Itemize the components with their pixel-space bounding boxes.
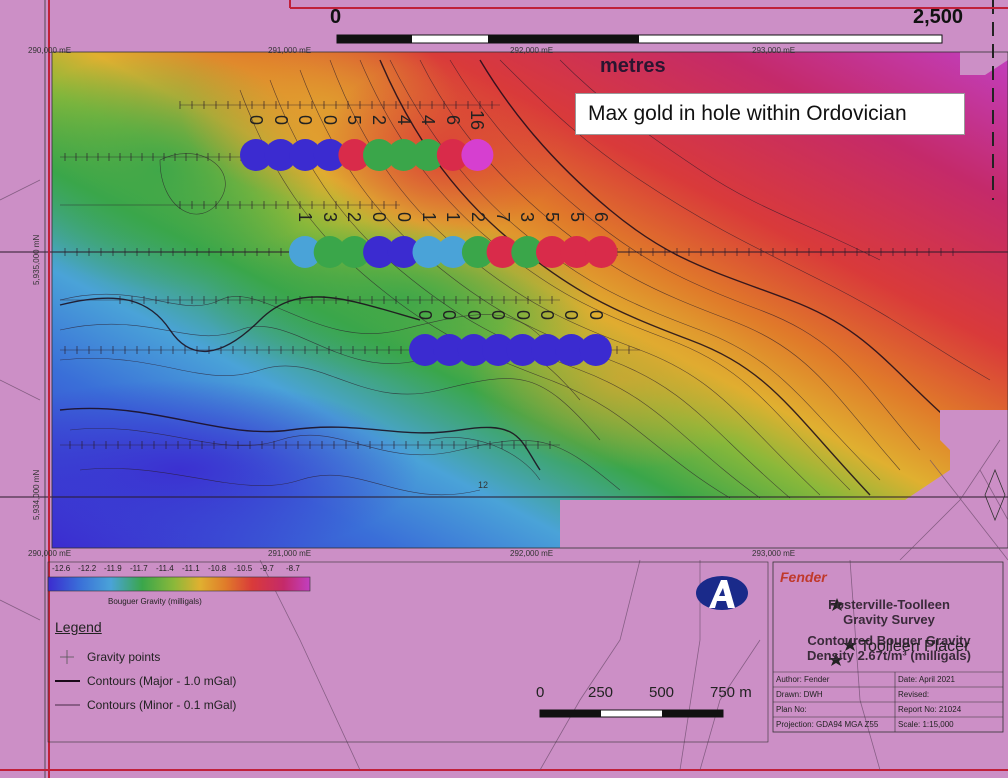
drill-hole-value-row1-3: 0: [319, 114, 340, 125]
drill-hole-value-row2-7: 2: [467, 211, 488, 222]
drill-hole-value-row2-4: 0: [393, 211, 414, 222]
drill-hole-value-row1-2: 0: [295, 114, 316, 125]
coord-east-top-3: 293,000 mE: [752, 46, 796, 55]
drill-hole-row3-7: [579, 334, 612, 366]
drill-hole-value-row2-11: 5: [566, 211, 587, 222]
scale-bottom-750: 750 m: [710, 684, 752, 701]
drill-hole-row1-9: [461, 139, 494, 171]
drill-hole-value-row1-5: 2: [369, 114, 389, 125]
drill-hole-value-row1-7: 4: [418, 114, 439, 125]
legend-gravity-points: Gravity points: [87, 650, 161, 664]
drill-hole-value-row3-4: 0: [512, 309, 533, 320]
gravity-tick-6: -10.8: [208, 564, 227, 573]
drill-hole-value-row2-12: 6: [591, 211, 612, 222]
coord-east-top-2: 292,000 mE: [510, 46, 554, 55]
gravity-tick-3: -11.7: [130, 564, 148, 573]
coord-east-bottom-3: 293,000 mE: [752, 549, 796, 558]
drill-hole-value-row1-9: 16: [467, 109, 488, 131]
drill-hole-value-row1-6: 4: [393, 114, 414, 125]
gravity-tick-7: -10.5: [234, 564, 253, 573]
coord-east-bottom-2: 292,000 mE: [510, 549, 554, 558]
drill-hole-value-row3-6: 0: [561, 309, 582, 320]
drill-hole-value-row3-3: 0: [488, 309, 509, 320]
title-line-1: Fosterville-Toolleen: [828, 597, 950, 612]
drill-hole-value-row3-5: 0: [537, 309, 557, 320]
coord-east-top-0: 290,000 mE: [28, 46, 72, 55]
scale-bottom-500: 500: [649, 684, 675, 701]
company-logo-text: Fender: [780, 569, 827, 585]
drill-hole-value-row2-9: 3: [517, 211, 538, 222]
gravity-tick-1: -12.2: [78, 564, 97, 573]
coord-east-bottom-1: 291,000 mE: [268, 549, 312, 558]
gravity-tick-8: -9.7: [260, 564, 274, 573]
scale-unit-label: metres: [600, 55, 666, 77]
gravity-tick-5: -11.1: [182, 564, 200, 573]
tb-projection: Projection: GDA94 MGA Z55: [776, 720, 879, 729]
drill-hole-value-row2-3: 0: [369, 211, 390, 222]
tb-plan-no: Plan No:: [776, 705, 807, 714]
tb-author: Author: Fender: [776, 675, 830, 684]
scale-bottom-0: 0: [536, 684, 545, 701]
drill-hole-value-row2-6: 1: [443, 211, 464, 222]
drill-hole-value-row3-1: 0: [439, 309, 460, 320]
drill-hole-value-row1-8: 6: [442, 114, 463, 125]
callout-box: Max gold in hole within Ordovician: [575, 93, 965, 135]
coord-north-1: 5,934,000 mN: [32, 469, 41, 520]
drill-hole-value-row2-0: 1: [295, 211, 315, 222]
drill-hole-row2-12: [585, 236, 618, 268]
gravity-tick-4: -11.4: [156, 564, 174, 573]
drill-hole-value-row1-0: 0: [246, 114, 266, 125]
scale-bottom-250: 250: [588, 684, 614, 701]
tb-report-no: Report No: 21024: [898, 705, 962, 714]
gravity-scale-title: Bouguer Gravity (milligals): [108, 597, 202, 606]
drill-hole-value-row3-0: 0: [415, 309, 435, 320]
drill-hole-value-row2-2: 2: [344, 211, 365, 222]
tb-scale: Scale: 1:15,000: [898, 720, 954, 729]
tb-drawn: Drawn: DWH: [776, 690, 823, 699]
tb-date: Date: April 2021: [898, 675, 955, 684]
gravity-tick-9: -8.7: [286, 564, 300, 573]
title-line-2: Gravity Survey: [843, 612, 935, 627]
legend-title: Legend: [55, 619, 102, 635]
scale-end-label: 2,500: [913, 6, 964, 28]
scale-start-label: 0: [330, 6, 342, 28]
gravity-tick-0: -12.6: [52, 564, 71, 573]
coord-north-0: 5,935,000 mN: [32, 234, 41, 285]
place-label: Toolleen Placer: [860, 638, 970, 655]
drill-hole-value-row3-2: 0: [463, 309, 484, 320]
drill-hole-value-row1-1: 0: [270, 114, 291, 125]
coord-east-top-1: 291,000 mE: [268, 46, 312, 55]
drill-hole-value-row3-7: 0: [585, 309, 606, 320]
legend-minor-contours: Contours (Minor - 0.1 mGal): [87, 698, 237, 712]
drill-hole-value-row2-1: 3: [319, 211, 340, 222]
contour-label: 12: [478, 480, 489, 490]
drill-hole-value-row2-5: 1: [418, 211, 439, 222]
drill-hole-value-row2-10: 5: [542, 211, 562, 222]
tb-revised: Revised:: [898, 690, 930, 699]
legend-major-contours: Contours (Major - 1.0 mGal): [87, 674, 237, 688]
gravity-tick-2: -11.9: [104, 564, 122, 573]
drill-hole-value-row1-4: 5: [344, 114, 365, 125]
coord-east-bottom-0: 290,000 mE: [28, 549, 72, 558]
drill-hole-value-row2-8: 7: [492, 211, 513, 222]
